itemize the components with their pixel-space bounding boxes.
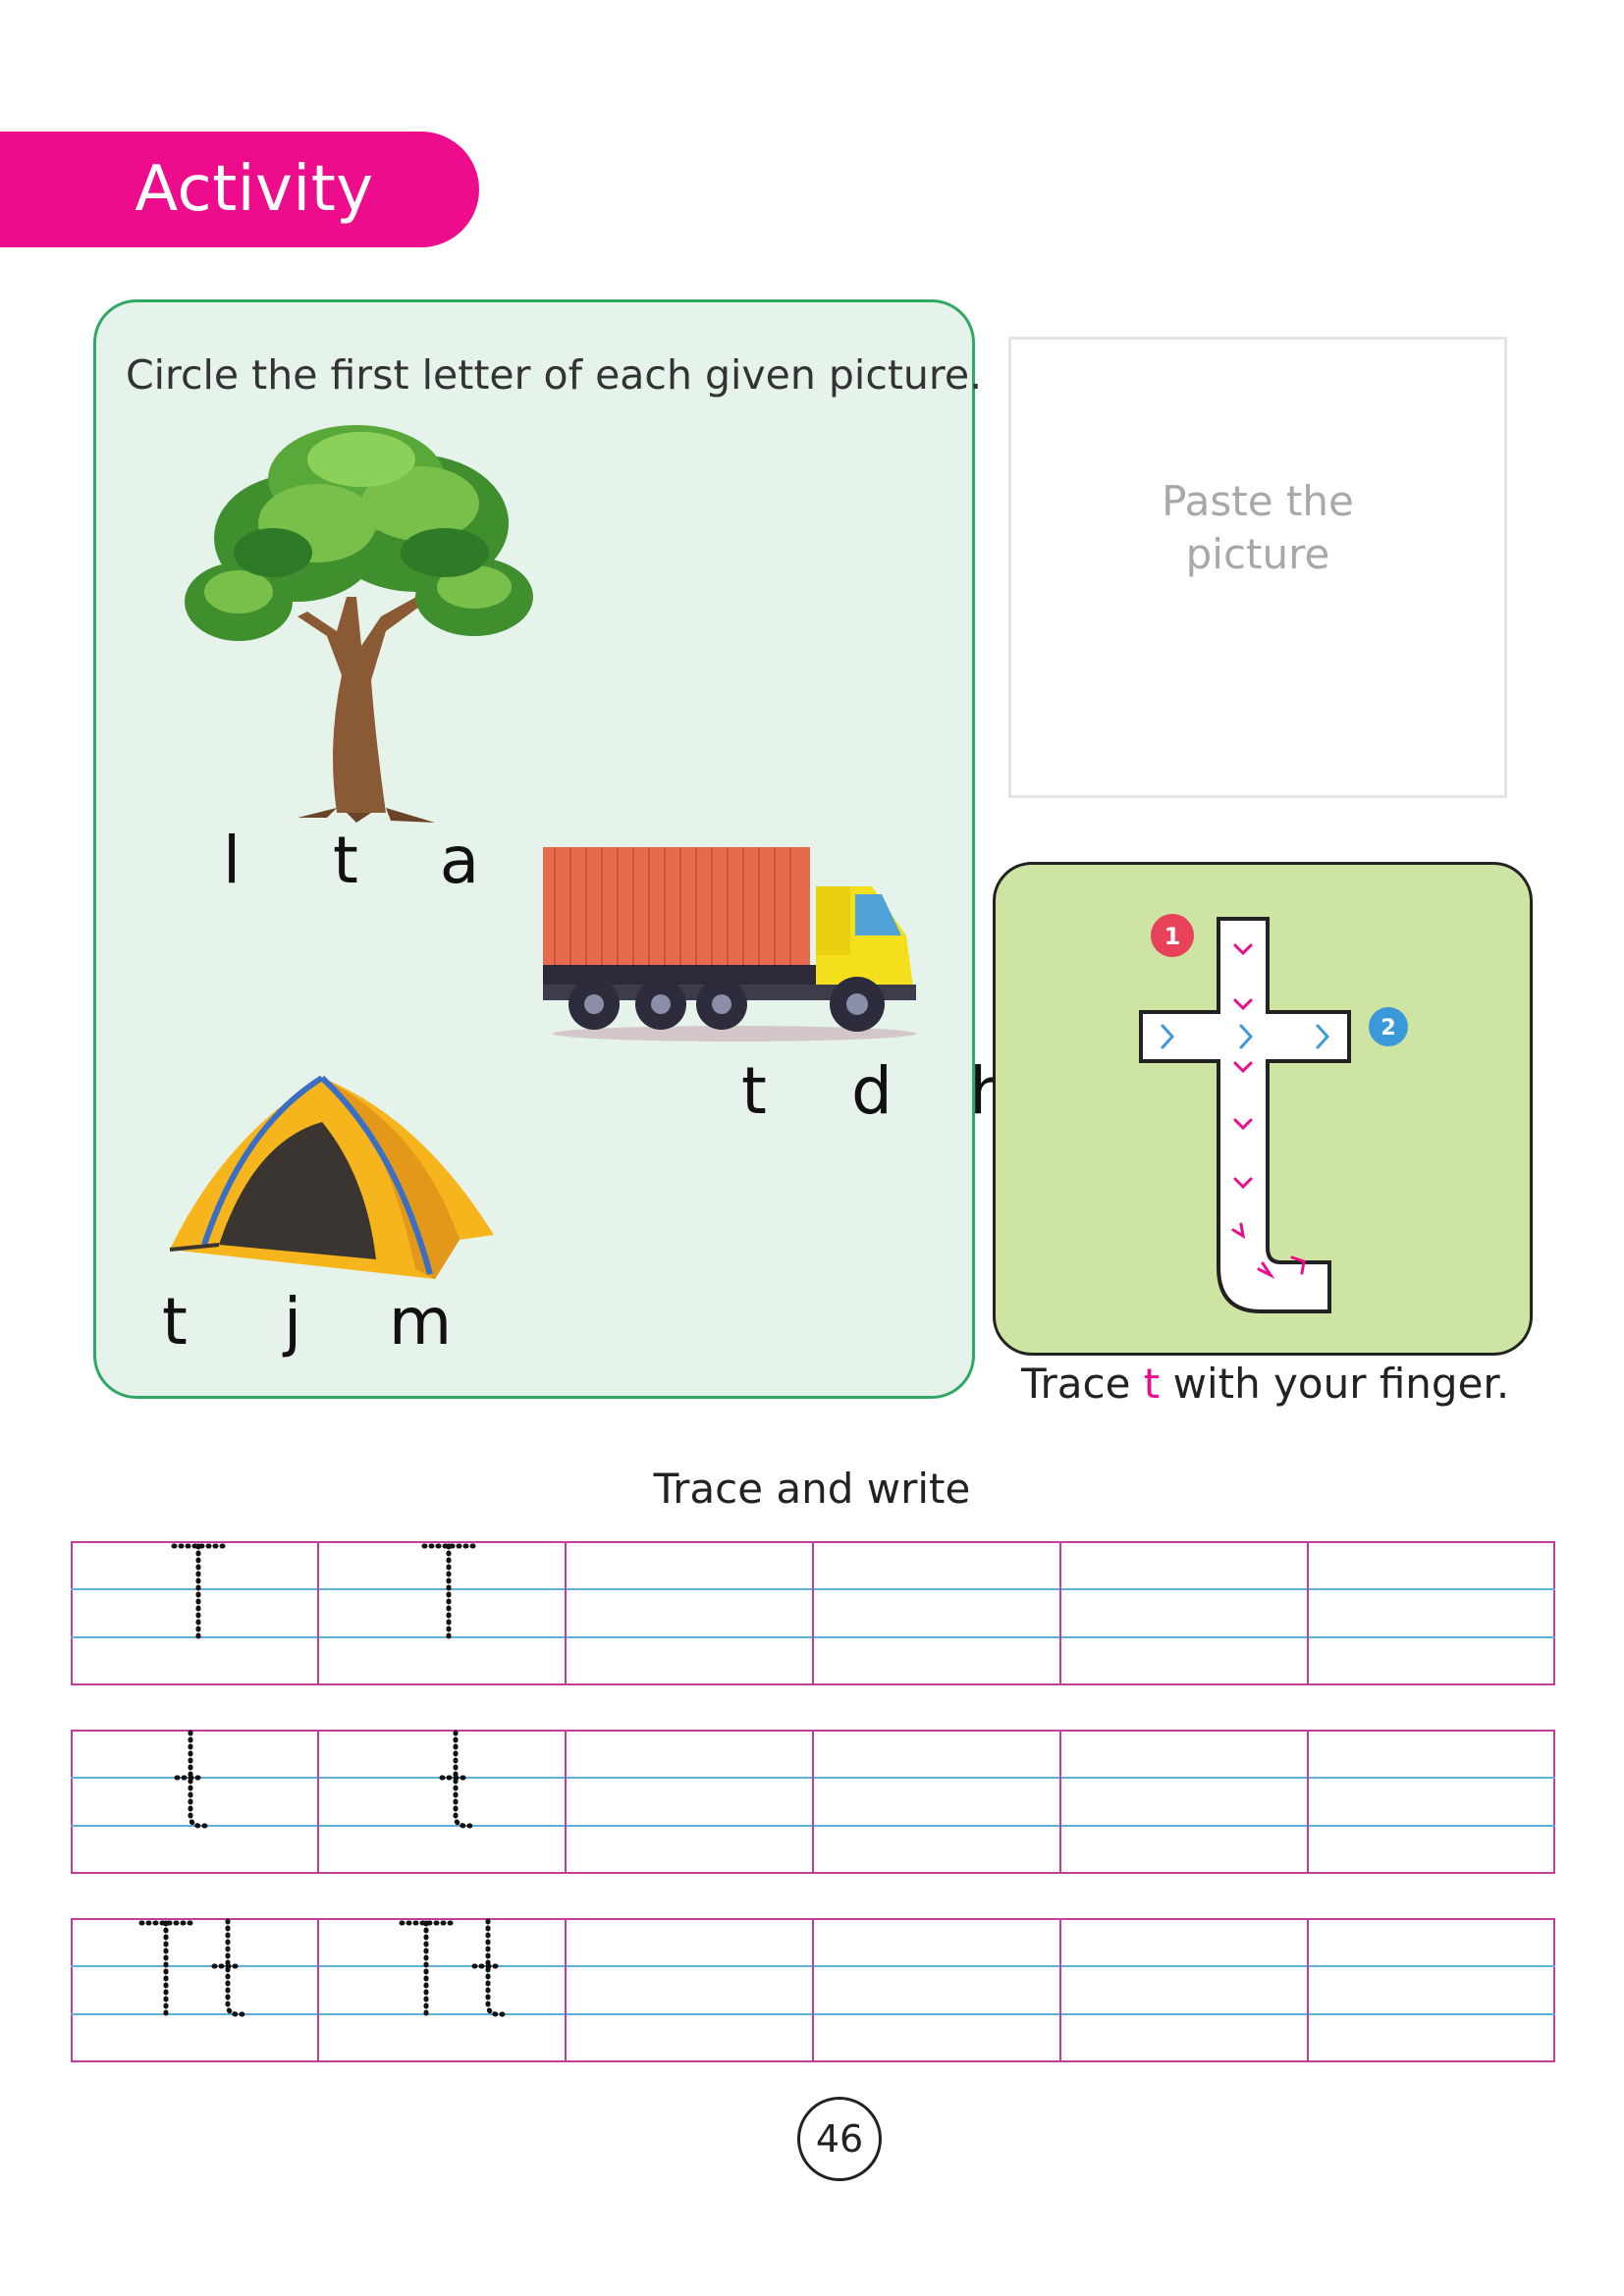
letter-option[interactable]: m bbox=[352, 1284, 489, 1360]
letter-option[interactable]: d bbox=[813, 1053, 931, 1129]
letter-option[interactable]: t bbox=[289, 823, 403, 898]
letter-option[interactable]: a bbox=[403, 823, 516, 898]
letter-t-trace-guide[interactable]: 1 2 bbox=[996, 865, 1530, 1353]
finger-trace-panel: 1 2 bbox=[993, 862, 1533, 1356]
instruction-text: Circle the first letter of each given pi… bbox=[126, 351, 983, 399]
dotted-t-guide bbox=[174, 1730, 478, 1829]
step-2-number: 2 bbox=[1380, 1016, 1395, 1041]
activity-title: Activity bbox=[135, 153, 374, 226]
letter-option[interactable]: l bbox=[175, 823, 289, 898]
letter-option[interactable]: t bbox=[695, 1053, 813, 1129]
tree-picture bbox=[185, 425, 533, 823]
caption-letter: t bbox=[1143, 1360, 1161, 1408]
caption-text: with your finger. bbox=[1160, 1360, 1510, 1408]
truck-picture bbox=[543, 847, 916, 1041]
tent-letters: t j m bbox=[116, 1284, 489, 1360]
activity-header: Activity bbox=[0, 132, 479, 247]
letter-option[interactable]: t bbox=[116, 1284, 234, 1360]
caption-text: Trace bbox=[1021, 1360, 1144, 1408]
writing-row-T[interactable] bbox=[71, 1541, 1555, 1685]
paste-picture-label: Paste the picture bbox=[1162, 477, 1354, 578]
dotted-T-guide bbox=[171, 1543, 476, 1640]
page-number: 46 bbox=[797, 2097, 882, 2181]
letter-option[interactable]: j bbox=[234, 1284, 352, 1360]
finger-trace-caption: Trace t with your finger. bbox=[1021, 1360, 1509, 1408]
step-1-number: 1 bbox=[1164, 923, 1181, 950]
tent-picture bbox=[169, 1075, 494, 1279]
writing-row-t[interactable] bbox=[71, 1730, 1555, 1874]
tree-letters: l t a bbox=[175, 823, 516, 898]
dotted-Tt-guide bbox=[138, 1918, 511, 2017]
writing-row-Tt[interactable] bbox=[71, 1918, 1555, 2062]
circle-letter-panel: Circle the first letter of each given pi… bbox=[93, 299, 1010, 1399]
paste-picture-box[interactable]: Paste the picture bbox=[1008, 337, 1507, 798]
trace-write-title: Trace and write bbox=[653, 1465, 971, 1513]
